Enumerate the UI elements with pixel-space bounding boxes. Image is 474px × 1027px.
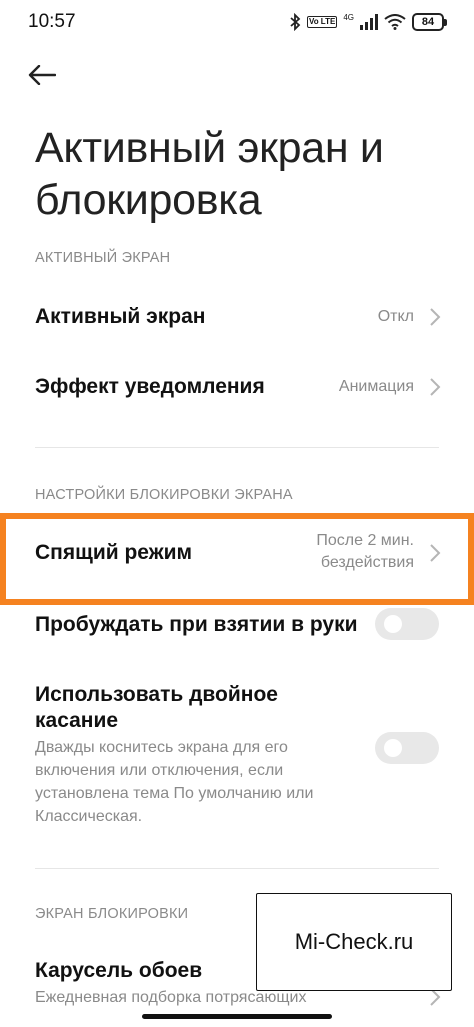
setting-label-line1: Использовать двойное	[35, 683, 278, 706]
section-header-active-screen: АКТИВНЫЙ ЭКРАН	[35, 250, 171, 266]
divider	[35, 868, 439, 869]
back-button[interactable]	[28, 56, 78, 94]
signal-icon	[360, 14, 378, 30]
highlight-frame	[0, 513, 474, 605]
setting-label: Активный экран	[35, 305, 206, 328]
back-arrow-icon	[28, 65, 56, 85]
raise-to-wake-toggle[interactable]	[375, 608, 439, 640]
volte-icon: Vo LTE	[306, 16, 338, 28]
double-tap-toggle[interactable]	[375, 732, 439, 764]
wifi-icon	[384, 14, 406, 30]
home-indicator[interactable]	[142, 1014, 332, 1019]
divider	[35, 447, 439, 448]
watermark-label: Mi-Check.ru	[256, 893, 452, 991]
battery-icon: 84	[412, 13, 447, 31]
status-time: 10:57	[28, 11, 76, 32]
page-title: Активный экран и блокировка	[35, 124, 384, 224]
description-line: Дважды коснитесь экрана для его	[35, 739, 288, 756]
description-line: установлена тема По умолчанию или	[35, 785, 314, 802]
section-header-lock-settings: НАСТРОЙКИ БЛОКИРОВКИ ЭКРАНА	[35, 487, 293, 503]
status-bar: 10:57 Vo LTE 4G 84	[0, 0, 474, 44]
setting-label-line2: касание	[35, 709, 119, 732]
status-icons: Vo LTE 4G 84	[289, 11, 447, 33]
section-header-lock-screen: ЭКРАН БЛОКИРОВКИ	[35, 906, 189, 922]
setting-row-raise-to-wake[interactable]: Пробуждать при взятии в руки	[0, 605, 474, 649]
setting-value: Анимация	[338, 378, 414, 395]
description-line: включения или отключения, если	[35, 762, 284, 779]
setting-row-double-tap[interactable]: Использовать двойное касание Дважды косн…	[0, 680, 474, 825]
setting-label: Эффект уведомления	[35, 375, 265, 398]
setting-label: Карусель обоев	[35, 959, 203, 982]
chevron-right-icon	[430, 378, 441, 396]
description-line: Классическая.	[35, 808, 143, 825]
chevron-right-icon	[430, 308, 441, 326]
setting-description: Дважды коснитесь экрана для его включени…	[35, 736, 365, 828]
setting-row-notification-effect[interactable]: Эффект уведомления Анимация	[0, 358, 474, 416]
setting-label: Пробуждать при взятии в руки	[35, 613, 358, 636]
setting-value: Откл	[377, 308, 414, 325]
setting-row-active-screen[interactable]: Активный экран Откл	[0, 288, 474, 346]
bluetooth-icon	[289, 13, 301, 31]
network-type-label: 4G	[343, 12, 354, 22]
